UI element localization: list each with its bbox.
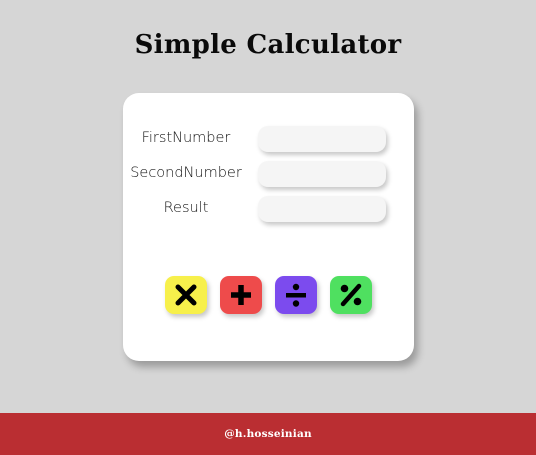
first-number-label: FirstNumber — [141, 130, 231, 146]
second-number-label: SecondNumber — [130, 165, 242, 181]
second-number-row: SecondNumber — [123, 161, 414, 187]
second-number-input[interactable] — [258, 161, 386, 187]
add-button[interactable] — [220, 276, 262, 314]
percent-icon — [340, 283, 362, 307]
percent-button[interactable] — [330, 276, 372, 314]
page: Simple Calculator FirstNumber SecondNumb… — [0, 0, 536, 455]
page-title: Simple Calculator — [134, 30, 402, 60]
footer-credit: @h.hosseinian — [224, 428, 312, 440]
divide-button[interactable] — [275, 276, 317, 314]
result-row: Result — [123, 196, 414, 222]
divide-icon — [286, 283, 306, 307]
first-number-row: FirstNumber — [123, 126, 414, 152]
calculator-card: FirstNumber SecondNumber Result — [123, 93, 414, 361]
multiply-icon — [175, 284, 197, 306]
result-label: Result — [163, 200, 209, 216]
footer-bar: @h.hosseinian — [0, 413, 536, 455]
plus-icon — [231, 285, 251, 305]
multiply-button[interactable] — [165, 276, 207, 314]
result-input[interactable] — [258, 196, 386, 222]
first-number-input[interactable] — [258, 126, 386, 152]
